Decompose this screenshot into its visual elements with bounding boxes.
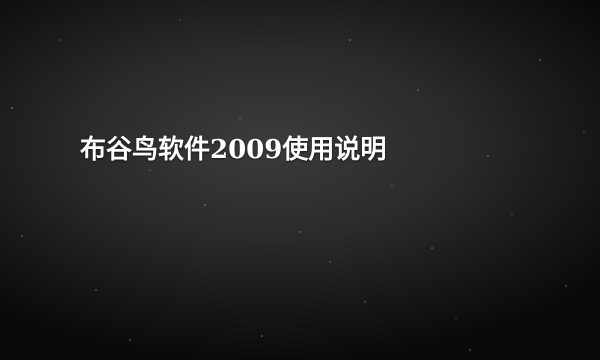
banner-title: 布谷鸟软件2009使用说明	[80, 135, 387, 165]
banner-image: 布谷鸟软件2009使用说明	[0, 0, 600, 360]
background-speckles	[11, 19, 585, 351]
